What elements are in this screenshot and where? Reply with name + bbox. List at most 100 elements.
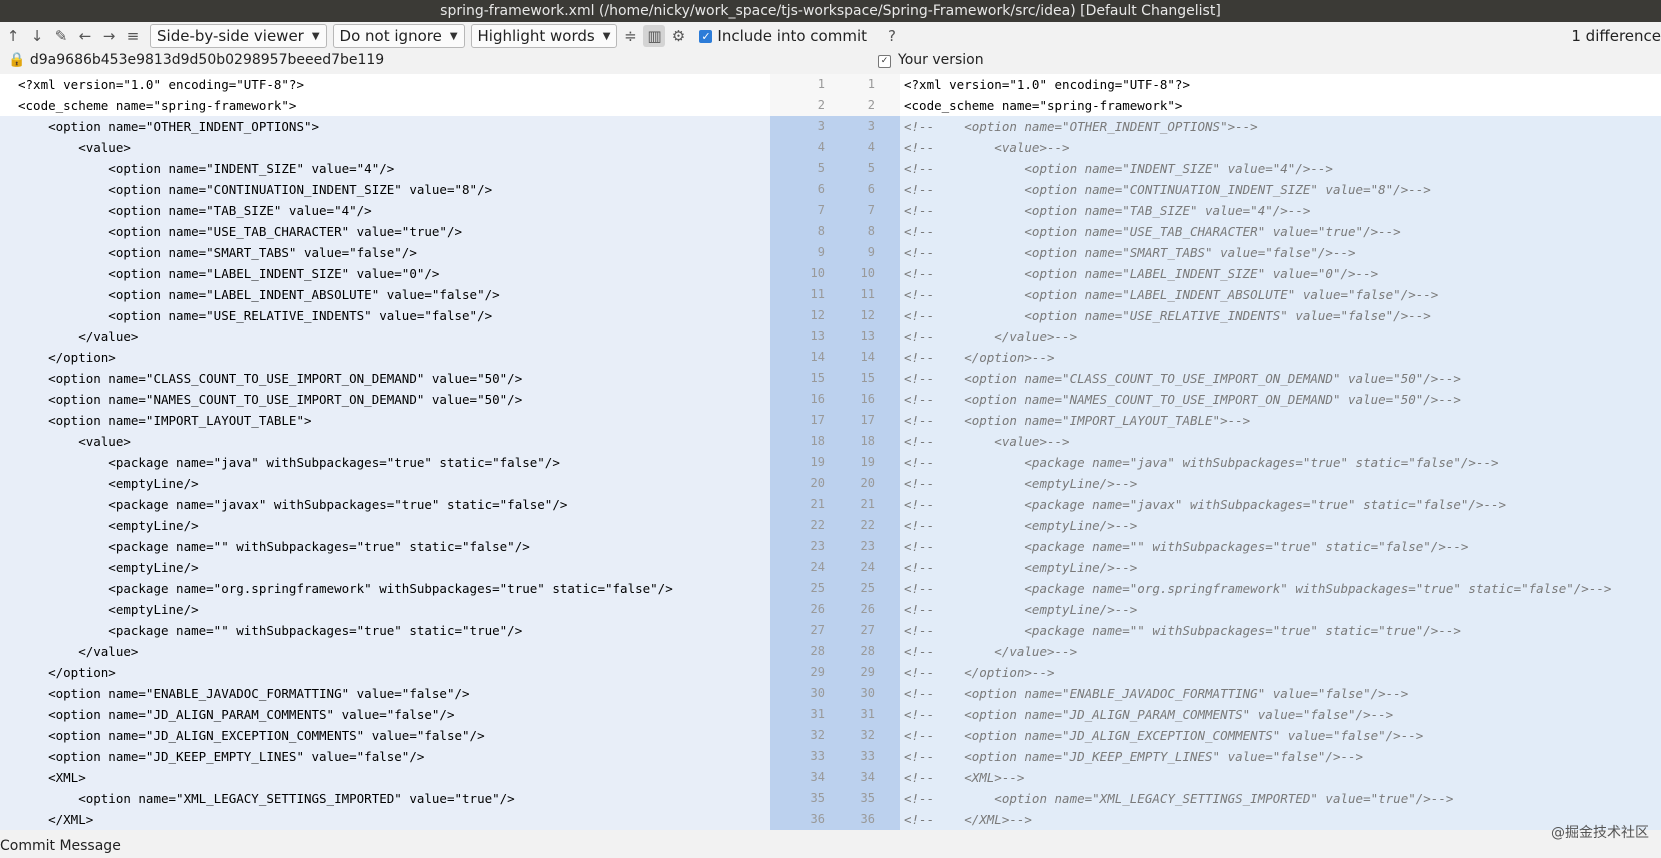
left-code-line: <package name="javax" withSubpackages="t… bbox=[0, 494, 770, 515]
gutter-line: 18 18 bbox=[770, 431, 900, 452]
right-line-number: 24 bbox=[860, 560, 875, 574]
left-code-line: <option name="JD_ALIGN_EXCEPTION_COMMENT… bbox=[0, 725, 770, 746]
gutter-line: 20 20 bbox=[770, 473, 900, 494]
right-code-line: <!-- <option name="JD_ALIGN_EXCEPTION_CO… bbox=[900, 725, 1661, 746]
right-line-number: 19 bbox=[860, 455, 875, 469]
left-line-number: 20 bbox=[810, 476, 825, 490]
sync-scroll-icon[interactable]: ▥ bbox=[643, 25, 666, 47]
right-line-number: 21 bbox=[860, 497, 875, 511]
left-editor-pane[interactable]: <?xml version="1.0" encoding="UTF-8"?> <c… bbox=[0, 74, 770, 830]
gutter-line: 28 28 bbox=[770, 641, 900, 662]
forward-icon[interactable]: → bbox=[98, 25, 120, 47]
chevron-down-icon: ▼ bbox=[311, 30, 320, 42]
left-line-number: 15 bbox=[810, 371, 825, 385]
left-code-line: <option name="JD_ALIGN_PARAM_COMMENTS" v… bbox=[0, 704, 770, 725]
right-code-line: <!-- <option name="JD_ALIGN_PARAM_COMMEN… bbox=[900, 704, 1661, 725]
gutter-line: 12 12 bbox=[770, 305, 900, 326]
left-code-line: <option name="SMART_TABS" value="false"/… bbox=[0, 242, 770, 263]
left-code-line: </value> bbox=[0, 326, 770, 347]
commit-message-label: Commit Message bbox=[0, 838, 1661, 858]
right-code-line: <!-- </option>--> bbox=[900, 347, 1661, 368]
right-code-line: <!-- <option name="OTHER_INDENT_OPTIONS"… bbox=[900, 116, 1661, 137]
right-editor-pane[interactable]: <?xml version="1.0" encoding="UTF-8"?> <c… bbox=[900, 74, 1661, 830]
left-code-line: <package name="org.springframework" with… bbox=[0, 578, 770, 599]
highlight-dropdown[interactable]: Highlight words ▼ bbox=[470, 24, 618, 48]
back-icon[interactable]: ← bbox=[74, 25, 96, 47]
gutter-line: 14 14 bbox=[770, 347, 900, 368]
gutter-line: 13 13 bbox=[770, 326, 900, 347]
right-line-number: 33 bbox=[860, 749, 875, 763]
gutter-line: 24 24 bbox=[770, 557, 900, 578]
collapse-icon[interactable]: ≑ bbox=[619, 25, 641, 47]
right-line-number: 27 bbox=[860, 623, 875, 637]
left-code-line: </XML> bbox=[0, 809, 770, 830]
left-line-number: 7 bbox=[817, 203, 825, 217]
right-code-line: <!-- <package name="" withSubpackages="t… bbox=[900, 620, 1661, 641]
gutter-line: 32 32 bbox=[770, 725, 900, 746]
right-line-number: 13 bbox=[860, 329, 875, 343]
right-line-number: 8 bbox=[867, 224, 875, 238]
left-line-number: 14 bbox=[810, 350, 825, 364]
gutter-line: 55 bbox=[770, 158, 900, 179]
right-line-number: 30 bbox=[860, 686, 875, 700]
help-icon[interactable]: ? bbox=[881, 25, 903, 47]
edit-icon[interactable]: ✎ bbox=[50, 25, 72, 47]
left-line-number: 28 bbox=[810, 644, 825, 658]
right-line-number: 35 bbox=[860, 791, 875, 805]
gutter-line: 25 25 bbox=[770, 578, 900, 599]
right-line-number: 31 bbox=[860, 707, 875, 721]
left-line-number: 30 bbox=[810, 686, 825, 700]
gutter-line: 44 bbox=[770, 137, 900, 158]
right-line-number: 14 bbox=[860, 350, 875, 364]
gutter-line: 33 bbox=[770, 116, 900, 137]
right-code-line: <!-- <option name="XML_LEGACY_SETTINGS_I… bbox=[900, 788, 1661, 809]
right-line-number: 3 bbox=[867, 119, 875, 133]
list-icon[interactable]: ≡ bbox=[122, 25, 144, 47]
gutter-line: 26 26 bbox=[770, 599, 900, 620]
right-code-line: <!-- <value>--> bbox=[900, 431, 1661, 452]
right-code-line: <!-- </value>--> bbox=[900, 326, 1661, 347]
right-code-line: <!-- <emptyLine/>--> bbox=[900, 557, 1661, 578]
right-line-number: 25 bbox=[860, 581, 875, 595]
left-code-line: <option name="OTHER_INDENT_OPTIONS"> bbox=[0, 116, 770, 137]
right-code-line: <!-- <option name="INDENT_SIZE" value="4… bbox=[900, 158, 1661, 179]
right-line-number: 10 bbox=[860, 266, 875, 280]
left-code-line: <option name="USE_TAB_CHARACTER" value="… bbox=[0, 221, 770, 242]
right-line-number: 23 bbox=[860, 539, 875, 553]
right-line-number: 4 bbox=[867, 140, 875, 154]
difference-count: 1 difference bbox=[1571, 27, 1661, 45]
left-code-line: <code_scheme name="spring-framework"> bbox=[18, 98, 297, 113]
gutter-line: 88 bbox=[770, 221, 900, 242]
right-code-line: <!-- <option name="IMPORT_LAYOUT_TABLE">… bbox=[900, 410, 1661, 431]
right-line-number: 34 bbox=[860, 770, 875, 784]
your-version-checkbox[interactable]: ✓ bbox=[878, 55, 891, 68]
diff-editor: <?xml version="1.0" encoding="UTF-8"?> <c… bbox=[0, 74, 1661, 830]
include-commit-checkbox[interactable]: ✓ bbox=[699, 29, 713, 43]
left-line-number: 5 bbox=[817, 161, 825, 175]
ignore-dropdown[interactable]: Do not ignore ▼ bbox=[332, 24, 465, 48]
down-arrow-icon[interactable]: ↓ bbox=[26, 25, 48, 47]
left-code-line: <option name="XML_LEGACY_SETTINGS_IMPORT… bbox=[0, 788, 770, 809]
right-line-number: 9 bbox=[867, 245, 875, 259]
left-code-line: <emptyLine/> bbox=[0, 515, 770, 536]
gear-icon[interactable]: ⚙ bbox=[667, 25, 689, 47]
gutter-line: 17 17 bbox=[770, 410, 900, 431]
left-line-number: 27 bbox=[810, 623, 825, 637]
gutter-line: 23 23 bbox=[770, 536, 900, 557]
right-code-line: <!-- <option name="LABEL_INDENT_ABSOLUTE… bbox=[900, 284, 1661, 305]
right-code-line: <!-- <option name="ENABLE_JAVADOC_FORMAT… bbox=[900, 683, 1661, 704]
right-code-line: <!-- <option name="USE_RELATIVE_INDENTS"… bbox=[900, 305, 1661, 326]
gutter-line: 31 31 bbox=[770, 704, 900, 725]
viewer-dropdown[interactable]: Side-by-side viewer ▼ bbox=[150, 24, 327, 48]
right-line-number: 7 bbox=[867, 203, 875, 217]
gutter-line: 29 29 bbox=[770, 662, 900, 683]
right-code-line: <!-- <option name="JD_KEEP_EMPTY_LINES" … bbox=[900, 746, 1661, 767]
chevron-down-icon: ▼ bbox=[602, 30, 611, 42]
gutter-line: 10 10 bbox=[770, 263, 900, 284]
right-line-number: 12 bbox=[860, 308, 875, 322]
gutter-line: 22 22 bbox=[770, 515, 900, 536]
diff-toolbar: ↑ ↓ ✎ ← → ≡ Side-by-side viewer ▼ Do not … bbox=[0, 22, 1661, 50]
include-commit-label: Include into commit bbox=[717, 27, 867, 45]
up-arrow-icon[interactable]: ↑ bbox=[2, 25, 24, 47]
right-code-line: <!-- <emptyLine/>--> bbox=[900, 515, 1661, 536]
